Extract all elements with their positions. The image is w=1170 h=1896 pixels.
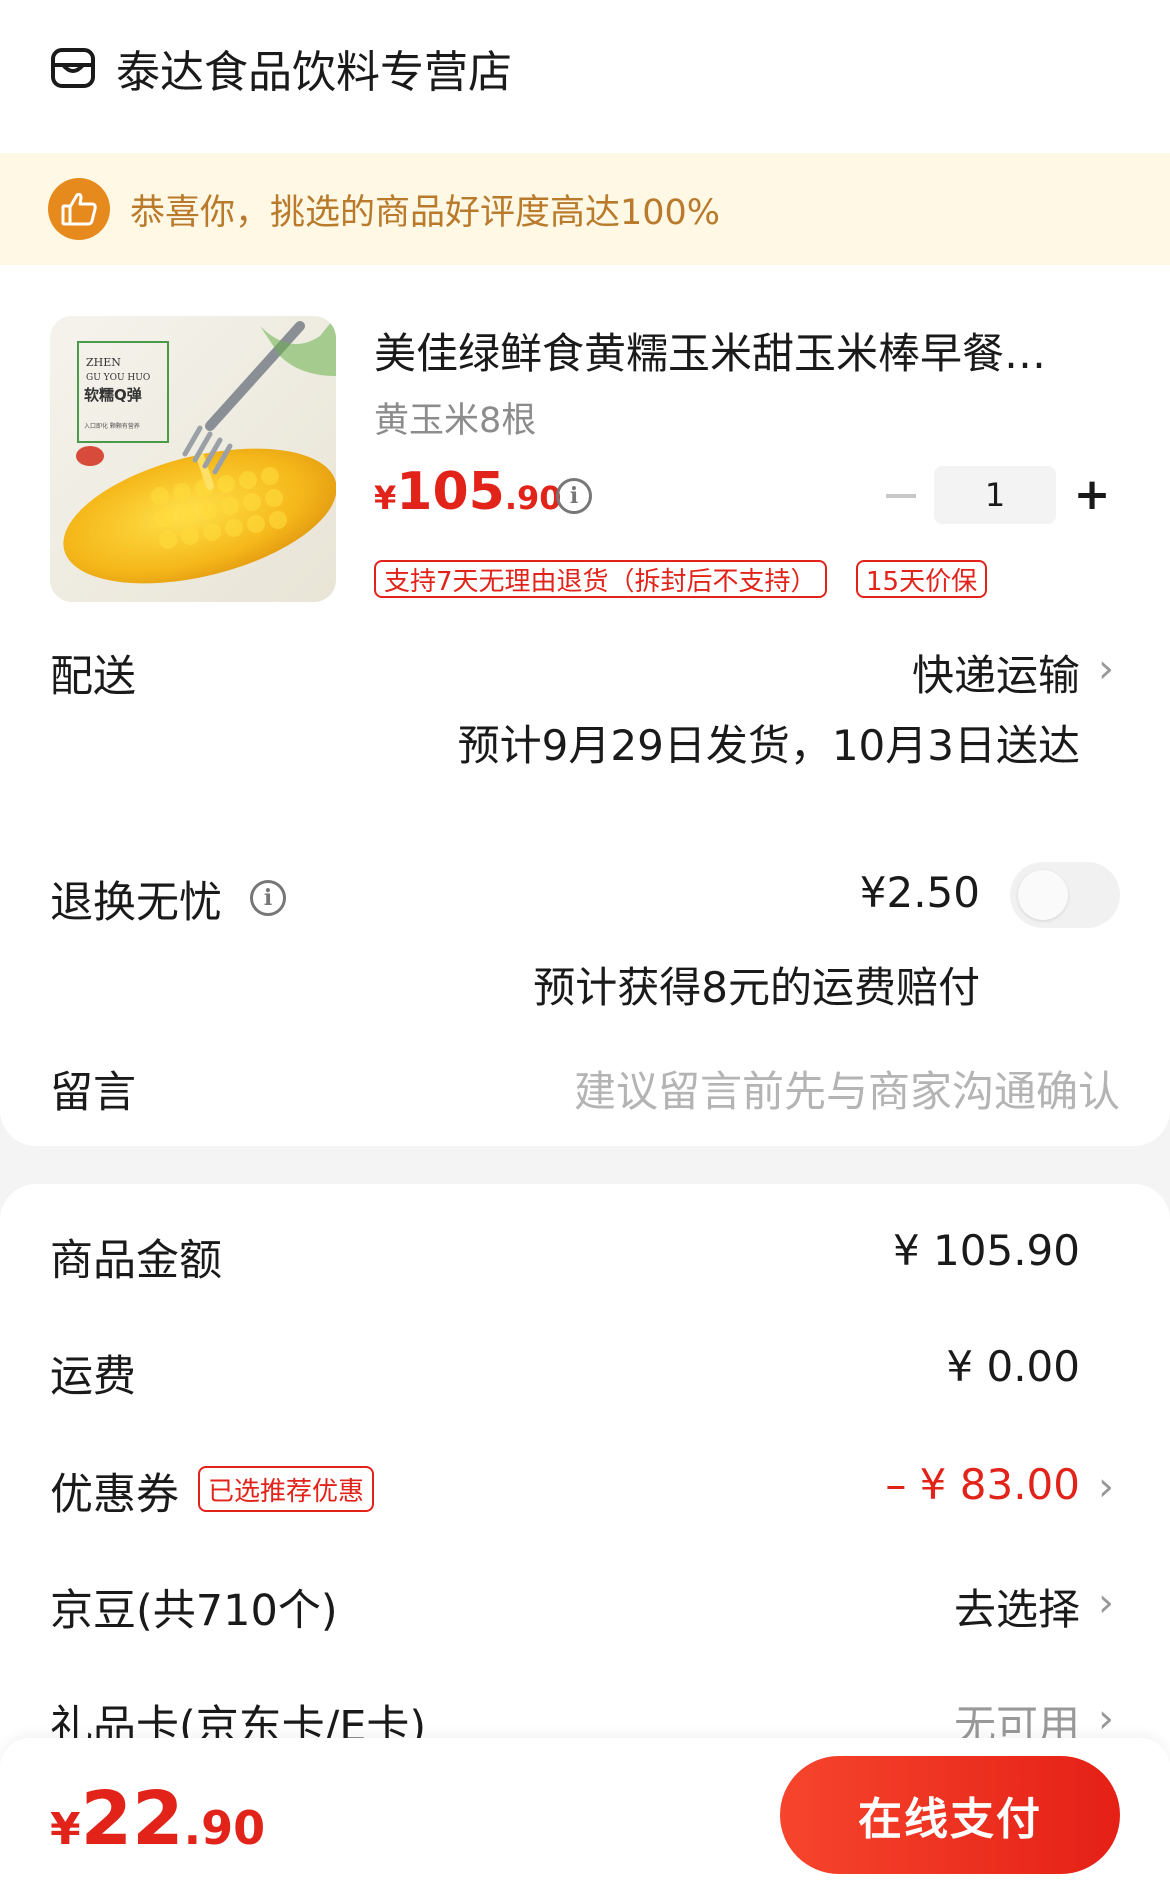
pay-online-button[interactable]: 在线支付 [780,1756,1120,1874]
return-service-label: 退换无忧 [50,878,222,928]
svg-text:入口即化 颗颗有营养: 入口即化 颗颗有营养 [84,422,140,430]
coupon-badge: 已选推荐优惠 [198,1466,375,1512]
store-icon [51,48,95,88]
coupon-chevron-icon[interactable]: › [1098,1464,1114,1510]
delivery-label: 配送 [50,652,136,702]
store-header[interactable]: 泰达食品饮料专营店 [50,38,512,98]
goods-amount-value: ¥ 105.90 [892,1226,1080,1275]
store-name: 泰达食品饮料专营店 [116,47,512,98]
shipping-fee-value: ¥ 0.00 [946,1342,1080,1391]
total-price: ¥ 22 .90 [50,1776,266,1862]
delivery-estimate: 预计9月29日发货，10月3日送达 [457,721,1080,770]
jingdou-label: 京豆(共710个) [50,1586,338,1636]
delivery-method[interactable]: 快递运输 [912,642,1080,703]
quantity-field[interactable]: 1 [934,466,1056,524]
return-service-toggle[interactable] [1010,862,1120,928]
price-info-icon[interactable]: i [556,478,592,514]
svg-text:GU YOU HUO: GU YOU HUO [86,373,150,383]
jingdou-select[interactable]: 去选择 [954,1576,1080,1637]
message-label: 留言 [50,1068,136,1118]
coupon-value[interactable]: – ¥ 83.00 [885,1460,1080,1509]
coupon-label: 优惠券 [50,1470,179,1520]
return-service-price: ¥2.50 [859,868,980,917]
delivery-chevron-icon[interactable]: › [1098,646,1114,692]
rating-banner: 恭喜你，挑选的商品好评度高达100% [0,153,1170,265]
toggle-knob [1018,870,1068,920]
rating-text: 恭喜你，挑选的商品好评度高达100% [130,192,721,233]
product-title[interactable]: 美佳绿鲜食黄糯玉米甜玉米棒早餐… [374,320,1114,381]
thumbs-up-icon [48,178,110,240]
quantity-increase-button[interactable]: + [1072,469,1112,520]
return-service-note: 预计获得8元的运费赔付 [533,963,980,1012]
goods-amount-label: 商品金额 [50,1236,222,1286]
product-price: ¥ 105 .90 [374,462,562,522]
quantity-decrease-button[interactable] [886,494,916,498]
giftcard-chevron-icon[interactable]: › [1098,1696,1114,1742]
svg-text:ZHEN: ZHEN [86,356,121,369]
product-spec[interactable]: 黄玉米8根 [374,392,536,443]
return-service-info-icon[interactable]: i [250,880,286,916]
jingdou-chevron-icon[interactable]: › [1098,1580,1114,1626]
return-policy-tag: 支持7天无理由退货（拆封后不支持） [374,560,827,598]
shipping-fee-label: 运费 [50,1352,136,1402]
svg-text:软糯Q弹: 软糯Q弹 [84,386,142,404]
product-image[interactable]: ZHEN GU YOU HUO 软糯Q弹 入口即化 颗颗有营养 [50,316,336,602]
price-protect-tag: 15天价保 [856,560,988,598]
message-input[interactable]: 建议留言前先与商家沟通确认 [574,1058,1120,1119]
